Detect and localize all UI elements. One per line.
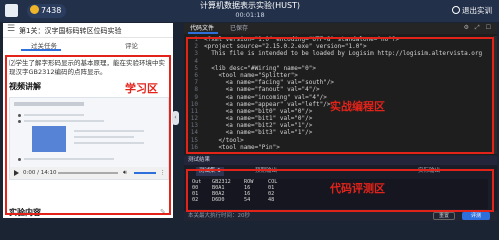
reset-button[interactable]: 重置 bbox=[433, 212, 455, 220]
top-bar: 7438 计算机数据表示实验(HUST) 00:01:18 退出实训 bbox=[0, 0, 499, 22]
learning-area-label: 学习区 bbox=[125, 82, 158, 95]
evaluation-area-label: 代码评测区 bbox=[330, 182, 385, 195]
exit-label: 退出实训 bbox=[462, 6, 492, 15]
coding-area-box bbox=[186, 37, 494, 154]
active-tab-underline bbox=[21, 49, 61, 51]
coin-icon bbox=[30, 5, 39, 14]
app-root: 7438 计算机数据表示实验(HUST) 00:01:18 退出实训 ☰ 第1关… bbox=[0, 0, 499, 221]
console-header: 测试结果 bbox=[184, 156, 497, 165]
page-title: 计算机数据表示实验(HUST) bbox=[199, 1, 301, 10]
app-logo[interactable] bbox=[5, 4, 18, 17]
tab-comments[interactable]: 评论 bbox=[125, 40, 138, 50]
coding-area-label: 实战编程区 bbox=[330, 100, 385, 113]
coin-count: 7438 bbox=[41, 6, 62, 15]
coin-badge: 7438 bbox=[27, 4, 67, 18]
saved-status: 已保存 bbox=[230, 25, 249, 32]
editor-tabs: 代码文件 已保存 ⚙ ⤢ ☐ bbox=[184, 23, 497, 34]
level-header: ☰ 第1关：汉字国标码转区位码实验 bbox=[3, 23, 173, 38]
active-tab-underline bbox=[188, 32, 218, 34]
learning-tabs: 过关任务 评论 bbox=[3, 39, 173, 51]
timer: 00:01:18 bbox=[235, 11, 265, 19]
menu-icon[interactable]: ☰ bbox=[7, 24, 15, 34]
editor-toolbar-icons[interactable]: ⚙ ⤢ ☐ bbox=[464, 24, 493, 32]
exit-button[interactable]: 退出实训 bbox=[452, 5, 492, 17]
time-limit-text: 本关最大执行时间：20秒 bbox=[188, 213, 250, 219]
status-bar: 本关最大执行时间：20秒 重置 评测 bbox=[184, 211, 497, 221]
power-icon bbox=[452, 6, 460, 14]
evaluate-button[interactable]: 评测 bbox=[462, 212, 490, 220]
collapse-panel-handle[interactable]: ‹ bbox=[172, 111, 179, 125]
level-title: 第1关：汉字国标码转区位码实验 bbox=[19, 27, 122, 35]
console-title: 测试结果 bbox=[188, 157, 211, 163]
learning-area-box bbox=[5, 55, 171, 215]
